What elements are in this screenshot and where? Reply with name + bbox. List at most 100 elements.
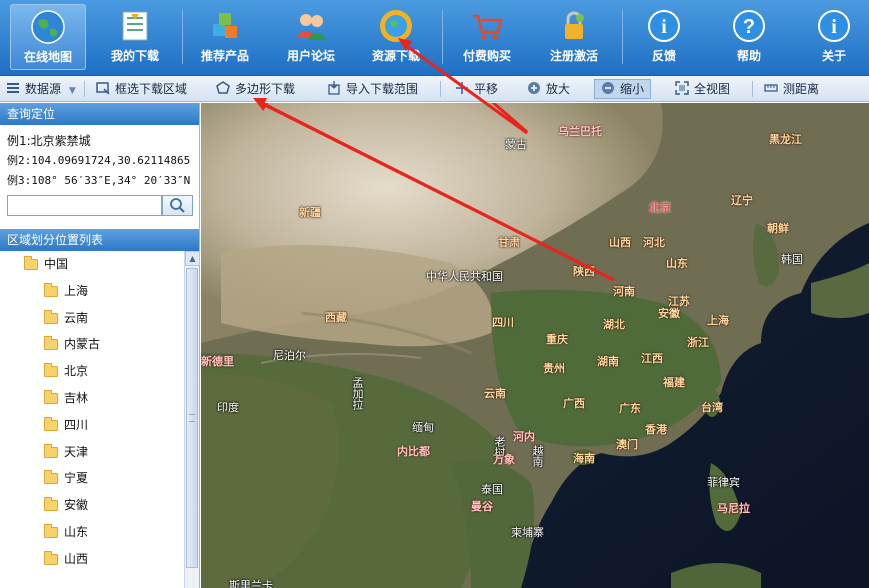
measure-distance-button[interactable]: 测距离 [764, 80, 819, 98]
zoom-out-button[interactable]: 缩小 [594, 79, 652, 99]
about-label: 关于 [821, 49, 846, 63]
about-icon: i [818, 10, 850, 42]
user-forum-button[interactable]: 用户论坛 [273, 4, 349, 70]
recommended-products-button[interactable]: 推荐产品 [187, 4, 263, 70]
tree-item[interactable]: 天津 [0, 439, 184, 466]
tree-scrollbar[interactable]: ▲ [184, 251, 200, 588]
search-button[interactable] [162, 195, 193, 216]
tree-item[interactable]: 上海 [0, 278, 184, 305]
query-panel-title: 查询定位 [0, 103, 199, 125]
zoom-out-icon [602, 82, 614, 94]
location-search [7, 195, 193, 216]
ribbon-separator [182, 10, 183, 64]
tree-item[interactable]: 山西 [0, 546, 184, 573]
map-label-nkorea: 朝鲜 [767, 222, 789, 235]
help-button[interactable]: ? 帮助 [711, 4, 787, 70]
help-icon: ? [733, 10, 765, 42]
zoom-in-label: 放大 [546, 82, 571, 96]
folder-icon [44, 416, 58, 431]
polygon-download-button[interactable]: 多边形下载 [216, 80, 295, 98]
region-list-title: 区域划分位置列表 [0, 229, 199, 251]
map-label-liaoning: 辽宁 [731, 194, 753, 207]
scrollbar-thumb[interactable] [186, 268, 198, 568]
map-label-shanxi: 山西 [609, 236, 631, 249]
tree-item-label: 上海 [64, 283, 89, 298]
tree-root-label: 中国 [44, 257, 69, 271]
online-map-button[interactable]: 在线地图 [10, 4, 86, 70]
left-panel: 查询定位 例1:北京紫禁城 例2:104.09691724,30.6211486… [0, 103, 200, 588]
map-label-ulaanbaatar: 乌兰巴托 [558, 125, 602, 138]
folder-icon [44, 550, 58, 565]
scroll-up-icon[interactable]: ▲ [185, 251, 200, 266]
pan-icon [456, 82, 468, 94]
cubes-icon [213, 13, 237, 38]
key-lock-icon [565, 11, 584, 39]
info-icon: i [648, 10, 680, 42]
list-icon [7, 83, 19, 93]
tree-item[interactable]: 安徽 [0, 492, 184, 519]
folder-icon [44, 363, 58, 378]
rect-download-button[interactable]: 框选下载区域 [96, 80, 187, 98]
map-label-vientiane: 万象 [493, 453, 515, 466]
zoom-out-label: 缩小 [620, 82, 645, 96]
pan-button[interactable]: 平移 [455, 80, 498, 98]
tool-separator [84, 81, 85, 97]
tree-item[interactable]: 四川 [0, 412, 184, 439]
map-label-mongolia: 蒙古 [505, 138, 527, 151]
grip-icon [189, 414, 195, 422]
polygon-icon [216, 81, 230, 94]
tree-item-label: 安徽 [64, 498, 89, 513]
tree-item[interactable]: 云南 [0, 305, 184, 332]
about-button[interactable]: i 关于 [796, 4, 869, 70]
tree-item[interactable]: 吉林 [0, 385, 184, 412]
map-label-hongkong: 香港 [645, 423, 667, 436]
tree-item[interactable]: 北京 [0, 358, 184, 385]
folder-icon [44, 523, 58, 538]
folder-icon [44, 470, 58, 485]
map-label-shanghai: 上海 [707, 314, 729, 327]
example-2: 例2:104.09691724,30.62114865 [7, 154, 191, 167]
example-1: 例1:北京紫禁城 [7, 134, 91, 148]
full-view-icon [675, 81, 689, 95]
users-icon [296, 14, 327, 40]
tree-item-label: 宁夏 [64, 471, 89, 486]
datasource-dropdown[interactable]: 数据源 ▼ [6, 80, 76, 98]
tree-root-china[interactable]: 中国 [0, 251, 184, 278]
map-label-hanoi: 河内 [513, 430, 535, 443]
resource-download-button[interactable]: 资源下载 [358, 4, 434, 70]
map-label-chongqing: 重庆 [546, 333, 568, 346]
purchase-button[interactable]: 付费购买 [449, 4, 525, 70]
register-activate-button[interactable]: 注册激活 [536, 4, 612, 70]
satellite-map[interactable]: 蒙古 乌兰巴托 新疆 中华人民共和国 西藏 甘肃 四川 云南 贵州 重庆 湖北 … [201, 103, 869, 588]
map-label-guangdong: 广东 [619, 402, 641, 415]
tree-item[interactable]: 内蒙古 [0, 331, 184, 358]
folder-icon [44, 389, 58, 404]
import-range-button[interactable]: 导入下载范围 [327, 80, 418, 98]
tree-item[interactable]: 宁夏 [0, 465, 184, 492]
folder-icon [44, 497, 58, 512]
feedback-button[interactable]: i 反馈 [626, 4, 702, 70]
tree-item-label: 吉林 [64, 390, 89, 405]
tool-separator [440, 81, 441, 97]
resource-globe-icon [380, 10, 412, 42]
datasource-label: 数据源 [25, 82, 62, 96]
map-label-guangxi: 广西 [563, 397, 585, 410]
tree-item[interactable]: 山东 [0, 519, 184, 546]
purchase-label: 付费购买 [462, 49, 511, 63]
full-view-button[interactable]: 全视图 [675, 80, 730, 98]
user-forum-label: 用户论坛 [286, 49, 335, 63]
rect-download-label: 框选下载区域 [115, 82, 188, 96]
ribbon-separator [622, 10, 623, 64]
search-input[interactable] [7, 195, 162, 216]
download-list-icon [122, 11, 148, 41]
my-downloads-button[interactable]: 我的下载 [97, 4, 173, 70]
map-label-xizang: 西藏 [325, 311, 347, 324]
zoom-in-button[interactable]: 放大 [527, 80, 570, 98]
map-label-yunnan: 云南 [484, 387, 506, 400]
folder-icon [44, 309, 58, 324]
map-label-bangkok: 曼谷 [471, 500, 493, 513]
search-icon [170, 198, 185, 213]
example-3: 例3:108° 56′33″E,34° 20′33″N [7, 174, 191, 187]
tool-separator [752, 81, 753, 97]
map-imagery [201, 103, 869, 588]
